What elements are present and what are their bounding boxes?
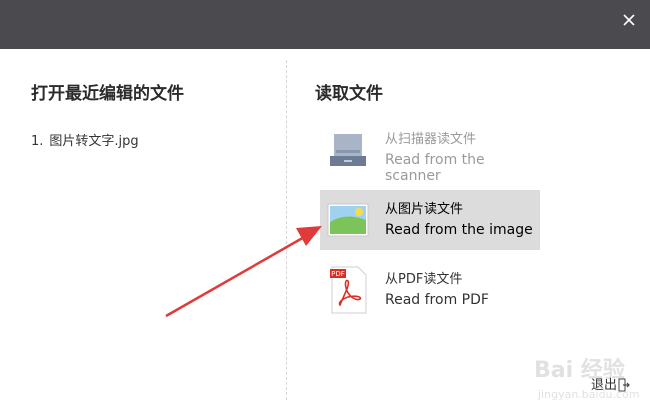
baidu-watermark: Bai 经验 jingyan.baidu.com <box>534 346 644 408</box>
exit-button[interactable]: 退出 <box>591 374 617 393</box>
exit-icon[interactable] <box>618 378 630 392</box>
